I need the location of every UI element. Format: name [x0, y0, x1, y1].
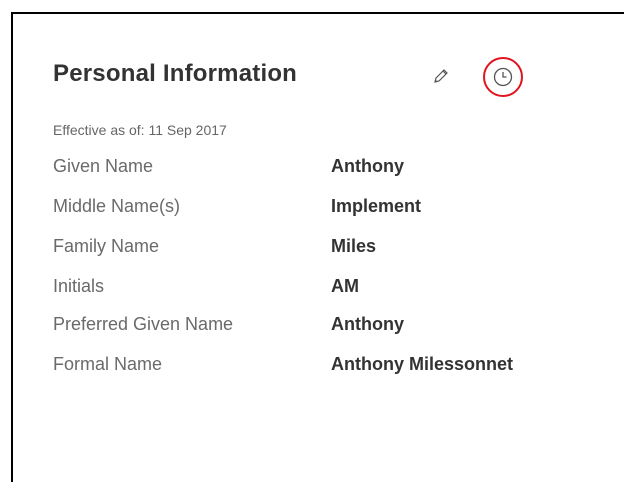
field-label: Preferred Given Name: [53, 314, 234, 334]
field-row-preferred-given-name: Preferred Given Name Anthony: [53, 313, 613, 336]
field-value: Anthony: [331, 314, 404, 334]
field-value: Anthony: [331, 156, 404, 176]
field-label: Family Name: [53, 236, 160, 256]
field-row-family-name: Family Name Miles: [53, 235, 613, 258]
field-row-given-name: Given Name Anthony: [53, 155, 613, 178]
personal-info-fields: Given Name Anthony Middle Name(s) Implem…: [53, 155, 613, 376]
field-row-formal-name: Formal Name Anthony Milessonnet: [53, 353, 613, 376]
field-value: Implement: [331, 196, 422, 216]
field-label: Formal Name: [53, 354, 163, 374]
field-value: Miles: [331, 236, 377, 256]
section-header: Personal Information: [53, 60, 297, 88]
field-label: Middle Name(s): [53, 196, 181, 216]
history-button[interactable]: [483, 57, 523, 97]
pencil-icon[interactable]: [431, 66, 451, 86]
effective-date: Effective as of: 11 Sep 2017: [53, 122, 227, 138]
field-label: Given Name: [53, 156, 154, 176]
clock-icon: [492, 66, 514, 88]
field-label: Initials: [53, 276, 105, 296]
section-title: Personal Information: [53, 60, 298, 87]
field-value: AM: [331, 276, 359, 296]
field-value: Anthony Milessonnet: [331, 354, 514, 374]
field-row-middle-names: Middle Name(s) Implement: [53, 195, 613, 218]
field-row-initials: Initials AM: [53, 275, 613, 298]
